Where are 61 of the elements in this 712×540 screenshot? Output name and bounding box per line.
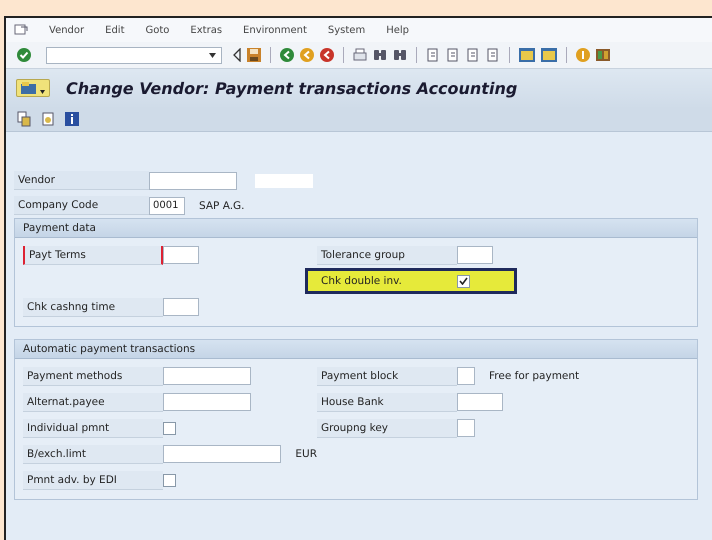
- input-field[interactable]: [457, 367, 475, 385]
- field-description: SAP A.G.: [199, 200, 245, 212]
- input-field[interactable]: [163, 367, 251, 385]
- field-label: Payment block: [317, 366, 457, 386]
- layout-icon[interactable]: [595, 47, 611, 63]
- window-icon[interactable]: [518, 47, 536, 63]
- dropdown-icon[interactable]: [209, 52, 216, 58]
- info-icon[interactable]: [64, 111, 80, 127]
- field-description: Free for payment: [489, 370, 580, 382]
- field-label: Vendor: [14, 171, 149, 190]
- binoculars-icon[interactable]: [372, 47, 388, 63]
- checkbox[interactable]: [457, 274, 470, 288]
- save-icon[interactable]: [246, 47, 262, 63]
- print-icon[interactable]: [352, 47, 368, 63]
- group-title: Payment data: [15, 219, 697, 238]
- checkbox[interactable]: [163, 474, 176, 486]
- field-label: Pmnt adv. by EDI: [23, 470, 163, 490]
- field-label: Company Code: [14, 196, 149, 215]
- field-label: Chk cashng time: [23, 298, 163, 316]
- menu-item[interactable]: System: [328, 24, 366, 36]
- folder-icon: [21, 82, 37, 94]
- field-label: Groupng key: [317, 418, 457, 438]
- menu-item[interactable]: Extras: [190, 24, 222, 36]
- window-icon[interactable]: [540, 47, 558, 63]
- binoculars-icon[interactable]: [392, 47, 408, 63]
- group-title: Automatic payment transactions: [15, 340, 697, 359]
- command-field[interactable]: [46, 46, 222, 64]
- field-label: House Bank: [317, 392, 457, 412]
- input-field[interactable]: [149, 172, 237, 190]
- field-label: Payment methods: [23, 366, 163, 386]
- checkmark-icon[interactable]: [16, 47, 32, 63]
- field-label: Chk double inv.: [320, 274, 403, 289]
- field-label: Payt Terms: [23, 246, 163, 264]
- document-icon[interactable]: [16, 111, 32, 127]
- field-label: B/exch.limt: [23, 444, 163, 464]
- menu-item[interactable]: Environment: [243, 24, 307, 36]
- menu-item[interactable]: Goto: [146, 24, 170, 36]
- menu-icon[interactable]: [14, 24, 28, 36]
- field-label: Alternat.payee: [23, 392, 163, 412]
- input-field[interactable]: [457, 419, 475, 437]
- input-field[interactable]: [163, 445, 282, 463]
- caret-icon: [40, 90, 45, 94]
- unit-label: EUR: [295, 448, 317, 460]
- triangle-left-icon[interactable]: [232, 48, 242, 62]
- screen-title: Change Vendor: Payment transactions Accounting: [66, 78, 518, 98]
- screen-menu-button[interactable]: [16, 79, 50, 97]
- checkbox[interactable]: [163, 422, 176, 434]
- field-label: Tolerance group: [317, 246, 457, 264]
- input-field[interactable]: [163, 246, 199, 264]
- field-value: 0001: [153, 200, 178, 210]
- cancel-icon[interactable]: [319, 47, 335, 63]
- input-field[interactable]: [457, 393, 503, 411]
- input-field[interactable]: [163, 393, 251, 411]
- document-icon[interactable]: [40, 111, 56, 127]
- menu-item[interactable]: Vendor: [49, 24, 84, 36]
- field-label: Individual pmnt: [23, 418, 163, 438]
- input-field[interactable]: [163, 298, 199, 316]
- menu-item[interactable]: Edit: [105, 24, 125, 36]
- input-field[interactable]: [457, 246, 493, 264]
- menu-item[interactable]: Help: [386, 24, 409, 36]
- input-field[interactable]: 0001: [149, 196, 185, 214]
